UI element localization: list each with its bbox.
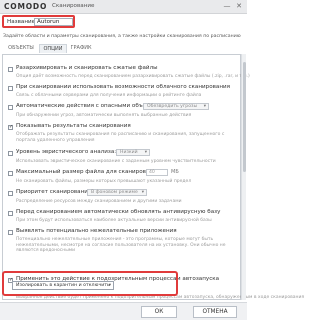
option-description: Отображать результаты сканирования по ра… xyxy=(16,132,225,143)
checkbox-max-file-size[interactable] xyxy=(8,171,13,176)
option-label: Уровень эвристического анализа: xyxy=(16,149,117,155)
close-icon[interactable]: ✕ xyxy=(234,1,244,12)
ok-button[interactable]: ОК xyxy=(141,306,177,318)
chevron-down-icon: ▾ xyxy=(144,150,147,155)
option-label: Показывать результаты сканирования xyxy=(16,123,131,129)
scrollbar-thumb[interactable] xyxy=(243,62,246,172)
comodo-logo: COMODO xyxy=(4,2,48,11)
select-value: В фоновом режиме xyxy=(91,190,138,195)
option-description: Не сканировать файлы, размеры которых пр… xyxy=(16,179,192,184)
checkbox-cloud-scanning[interactable] xyxy=(8,86,13,91)
window-title: Сканирование xyxy=(52,3,95,9)
max-file-size-input[interactable]: 40 xyxy=(146,169,168,176)
checkbox-heuristics-level[interactable] xyxy=(8,151,13,156)
select-value: Низкий xyxy=(120,150,138,155)
scan-priority-select[interactable]: В фоновом режиме ▾ xyxy=(87,189,147,196)
chevron-down-icon: ▾ xyxy=(141,190,144,195)
header-description: Задайте области и параметры сканирования… xyxy=(3,34,241,39)
checkbox-show-results[interactable] xyxy=(8,124,13,130)
checkbox-scan-priority[interactable] xyxy=(8,191,13,196)
name-field-group: Название: Autorun xyxy=(2,15,75,28)
select-value: Обезвредить угрозы xyxy=(147,104,198,109)
checkbox-detect-pua[interactable] xyxy=(8,230,13,235)
checkbox-update-database[interactable] xyxy=(8,211,13,216)
option-description: Использовать эвристическое сканирование … xyxy=(16,159,216,164)
tab-schedule[interactable]: ГРАФИК xyxy=(67,44,95,53)
name-label: Название: xyxy=(7,19,37,25)
option-description: Связь с облачными серверами для получени… xyxy=(16,93,202,98)
select-value: Изолировать в карантин и отключить xyxy=(16,283,110,288)
threat-action-select[interactable]: Обезвредить угрозы ▾ xyxy=(143,103,209,110)
heuristics-level-select[interactable]: Низкий ▾ xyxy=(116,149,150,156)
option-description: При обнаружении угроз, автоматически вып… xyxy=(16,113,192,118)
option-description: Потенциально нежелательные приложения - … xyxy=(16,237,226,253)
cancel-button[interactable]: ОТМЕНА xyxy=(193,306,237,318)
option-description: При этом будут использоваться наиболее а… xyxy=(16,218,212,223)
option-label: Максимальный размер файла для сканирован… xyxy=(16,169,162,175)
name-input[interactable]: Autorun xyxy=(34,18,73,26)
minimize-icon[interactable]: — xyxy=(222,1,232,12)
size-unit: МБ xyxy=(171,169,179,175)
options-panel: Разархивировать и сканировать сжатые фай… xyxy=(2,54,304,300)
option-label: При сканировании использовать возможност… xyxy=(16,84,230,90)
option-label: Разархивировать и сканировать сжатые фай… xyxy=(16,65,158,71)
option-description: Распределение ресурсов между сканировани… xyxy=(16,199,182,204)
option-label: Перед сканированием автоматически обновл… xyxy=(16,209,221,215)
chevron-down-icon: ▾ xyxy=(203,104,206,109)
option-label: Приоритет сканирования: xyxy=(16,189,94,195)
scrollbar[interactable] xyxy=(241,54,246,300)
checkbox-auto-actions[interactable] xyxy=(8,105,13,110)
tab-objects[interactable]: ОБЪЕКТЫ xyxy=(3,44,39,53)
title-bar: COMODO Сканирование — ✕ xyxy=(0,0,247,14)
tab-options[interactable]: ОПЦИИ xyxy=(39,44,67,53)
autorun-action-select[interactable]: Изолировать в карантин и отключить ▾ xyxy=(12,281,114,290)
option-description: Опция даёт возможность перед сканировани… xyxy=(16,74,250,79)
option-label: Выявлять потенциально нежелательные прил… xyxy=(16,228,177,234)
chevron-down-icon: ▾ xyxy=(108,283,111,288)
dialog-footer: ОК ОТМЕНА xyxy=(0,302,247,320)
checkbox-unpack-archives[interactable] xyxy=(8,67,13,72)
